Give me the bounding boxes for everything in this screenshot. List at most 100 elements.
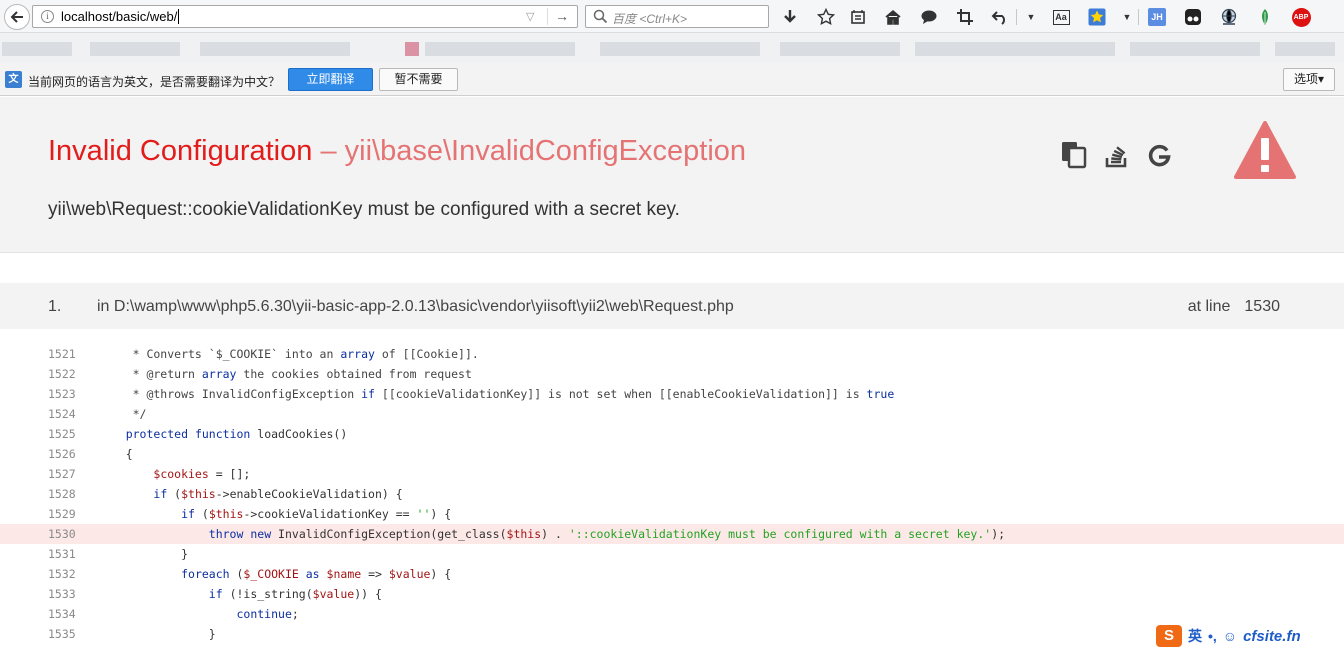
url-text[interactable]: localhost/basic/web/ <box>61 9 180 24</box>
at-line-label: at line <box>1187 298 1231 315</box>
error-header: Invalid Configuration – yii\base\Invalid… <box>0 97 1344 253</box>
tampermonkey-icon[interactable] <box>1182 6 1204 28</box>
line-number: 1522 <box>48 367 76 381</box>
search-bar[interactable]: 百度 <Ctrl+K> <box>585 5 769 28</box>
blurred-bookmark[interactable] <box>425 42 575 56</box>
watermark: cfsite.fn <box>1243 627 1301 645</box>
not-now-button[interactable]: 暂不需要 <box>379 68 458 91</box>
code-line: 1532 foreach ($_COOKIE as $name => $valu… <box>0 564 1344 584</box>
code-text: continue; <box>236 607 299 621</box>
code-line: 1531 } <box>0 544 1344 564</box>
blurred-bookmark[interactable] <box>200 42 350 56</box>
code-text: * Converts `$_COOKIE` into an array of [… <box>98 347 479 361</box>
crop-icon[interactable] <box>954 6 976 28</box>
translate-message: 当前网页的语言为英文，是否需要翻译为中文？ <box>28 75 281 89</box>
line-number: 1521 <box>48 347 76 361</box>
error-title: Invalid Configuration – yii\base\Invalid… <box>48 135 746 168</box>
ime-tray: S 英 •, ☺ cfsite.fn <box>1156 624 1344 648</box>
undo-icon[interactable] <box>989 6 1011 28</box>
error-message: yii\web\Request::cookieValidationKey mus… <box>48 199 680 220</box>
exception-class: yii\base\InvalidConfigException <box>344 135 747 167</box>
blurred-bookmark[interactable] <box>405 42 419 56</box>
warning-icon <box>1234 121 1296 179</box>
url-bar[interactable]: i localhost/basic/web/ ▽ → <box>32 5 578 28</box>
chat-icon[interactable] <box>918 6 940 28</box>
adblock-icon[interactable]: ABP <box>1290 6 1312 28</box>
translate-icon: 文 <box>5 71 22 88</box>
star-extension-icon[interactable] <box>1086 6 1108 28</box>
code-line: 1525 protected function loadCookies() <box>0 424 1344 444</box>
blurred-bookmark[interactable] <box>1130 42 1260 56</box>
blurred-bookmark[interactable] <box>1275 42 1335 56</box>
bookmark-star-icon[interactable] <box>815 6 837 28</box>
search-placeholder: 百度 <Ctrl+K> <box>612 12 688 26</box>
home-icon[interactable] <box>882 6 904 28</box>
blurred-bookmark[interactable] <box>2 42 72 56</box>
code-line: 1534 continue; <box>0 604 1344 624</box>
reader-icon[interactable] <box>847 6 869 28</box>
stackoverflow-icon[interactable] <box>1104 141 1132 169</box>
download-icon[interactable] <box>779 6 801 28</box>
code-text: */ <box>98 407 147 421</box>
call-stack-item[interactable]: 1. in D:\wamp\www\php5.6.30\yii-basic-ap… <box>0 283 1344 329</box>
globe-icon[interactable] <box>1218 6 1240 28</box>
line-number: 1526 <box>48 447 76 461</box>
code-line: 1529 if ($this->cookieValidationKey == '… <box>0 504 1344 524</box>
code-line: 1522 * @return array the cookies obtaine… <box>0 364 1344 384</box>
translate-now-button[interactable]: 立即翻译 <box>288 68 373 91</box>
ime-language[interactable]: 英 <box>1188 626 1202 646</box>
error-name: Invalid Configuration <box>48 135 313 167</box>
stack-line-info: at line 1530 <box>1188 298 1280 316</box>
go-arrow-icon[interactable]: → <box>555 8 569 24</box>
stack-file-path: in D:\wamp\www\php5.6.30\yii-basic-app-2… <box>97 298 734 315</box>
browser-toolbar: i localhost/basic/web/ ▽ → 百度 <Ctrl+K> ▼… <box>0 0 1344 33</box>
blurred-bookmark[interactable] <box>915 42 1115 56</box>
history-dropdown-icon[interactable]: ▽ <box>526 10 534 23</box>
code-line: 1533 if (!is_string($value)) { <box>0 584 1344 604</box>
code-text: if ($this->cookieValidationKey == '') { <box>181 507 452 521</box>
code-text: foreach ($_COOKIE as $name => $value) { <box>181 567 452 581</box>
code-line: 1526 { <box>0 444 1344 464</box>
emoji-icon[interactable]: ☺ <box>1223 628 1237 644</box>
blurred-bookmark[interactable] <box>600 42 760 56</box>
code-text: $cookies = []; <box>153 467 251 481</box>
line-number: 1528 <box>48 487 76 501</box>
options-button[interactable]: 选项▾ <box>1283 68 1335 91</box>
line-number: 1533 <box>48 587 76 601</box>
copy-icon[interactable] <box>1061 141 1089 169</box>
code-line: 1523 * @throws InvalidConfigException if… <box>0 384 1344 404</box>
code-text: * @return array the cookies obtained fro… <box>98 367 472 381</box>
code-text: if ($this->enableCookieValidation) { <box>153 487 403 501</box>
chevron-down-icon[interactable]: ▼ <box>1020 6 1042 28</box>
jh-extension-icon[interactable]: JH <box>1146 6 1168 28</box>
code-text: } <box>98 627 216 641</box>
blurred-bookmark[interactable] <box>90 42 180 56</box>
stack-index: 1. <box>48 298 62 315</box>
search-icon <box>593 9 608 24</box>
line-number: 1535 <box>48 627 76 641</box>
back-button[interactable] <box>4 4 30 30</box>
translate-icon[interactable]: Aa <box>1050 6 1072 28</box>
code-text: protected function loadCookies() <box>125 427 348 441</box>
urlbar-separator <box>547 8 548 25</box>
line-number: 1530 <box>48 527 76 541</box>
line-number: 1524 <box>48 407 76 421</box>
google-icon[interactable] <box>1146 141 1174 169</box>
code-line: 1528 if ($this->enableCookieValidation) … <box>0 484 1344 504</box>
code-line-highlighted: 1530 throw new InvalidConfigException(ge… <box>0 524 1344 544</box>
code-line: 1521 * Converts `$_COOKIE` into an array… <box>0 344 1344 364</box>
code-text: * @throws InvalidConfigException if [[co… <box>98 387 895 401</box>
code-snippet: 1521 * Converts `$_COOKIE` into an array… <box>0 344 1344 644</box>
toolbar-separator <box>1138 9 1139 25</box>
line-number: 1525 <box>48 427 76 441</box>
sogou-ime-icon[interactable]: S <box>1156 625 1182 647</box>
chevron-down-icon[interactable]: ▼ <box>1116 6 1138 28</box>
blurred-bookmark[interactable] <box>780 42 900 56</box>
site-info-icon[interactable]: i <box>41 10 54 23</box>
leaf-icon[interactable] <box>1254 6 1276 28</box>
code-text: if (!is_string($value)) { <box>208 587 382 601</box>
bookmarks-bar <box>0 33 1344 63</box>
code-line: 1524 */ <box>0 404 1344 424</box>
line-number: 1532 <box>48 567 76 581</box>
ime-punctuation[interactable]: •, <box>1208 628 1217 644</box>
